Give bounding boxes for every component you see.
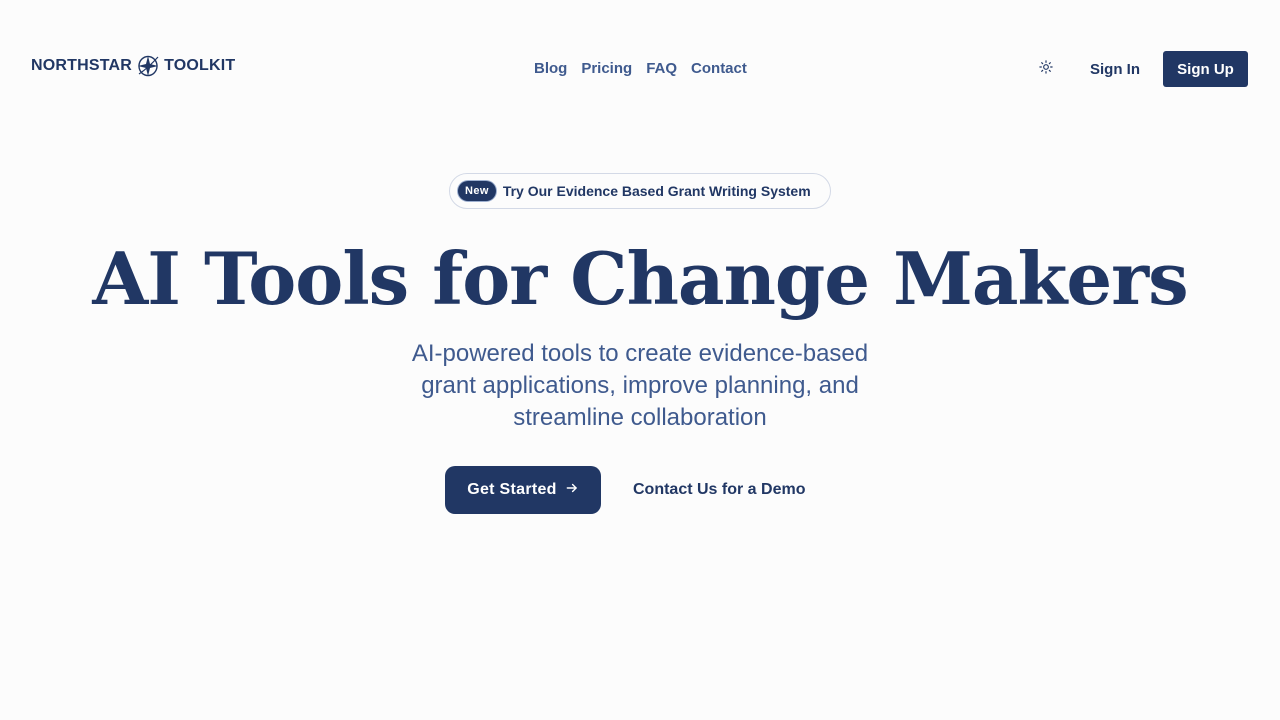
sign-in-button[interactable]: Sign In	[1078, 51, 1152, 87]
sun-icon	[1039, 59, 1053, 79]
get-started-button[interactable]: Get Started	[445, 466, 601, 514]
get-started-label: Get Started	[467, 481, 557, 498]
compass-star-icon	[135, 54, 161, 78]
logo[interactable]: NORTHSTAR TOOLKIT	[31, 54, 235, 78]
hero-title: AI Tools for Change Makers	[92, 236, 1188, 321]
nav-link-pricing[interactable]: Pricing	[581, 60, 632, 78]
new-badge: New	[458, 181, 496, 201]
hero-subtitle: AI-powered tools to create evidence-base…	[411, 340, 869, 431]
announcement-pill[interactable]: New Try Our Evidence Based Grant Writing…	[449, 173, 831, 209]
landing-page: NORTHSTAR TOOLKIT Blog Pricing FAQ Conta…	[0, 0, 1280, 720]
sign-up-button[interactable]: Sign Up	[1163, 51, 1248, 87]
announcement-text: Try Our Evidence Based Grant Writing Sys…	[502, 183, 811, 199]
arrow-right-icon	[565, 481, 579, 500]
logo-text-right: TOOLKIT	[164, 57, 236, 74]
nav-link-faq[interactable]: FAQ	[646, 60, 677, 78]
main-nav: Blog Pricing FAQ Contact	[534, 60, 747, 78]
contact-demo-button[interactable]: Contact Us for a Demo	[621, 466, 817, 514]
theme-toggle-button[interactable]	[1036, 59, 1056, 79]
logo-text-left: NORTHSTAR	[31, 57, 133, 74]
nav-link-blog[interactable]: Blog	[534, 60, 567, 78]
nav-link-contact[interactable]: Contact	[691, 60, 747, 78]
